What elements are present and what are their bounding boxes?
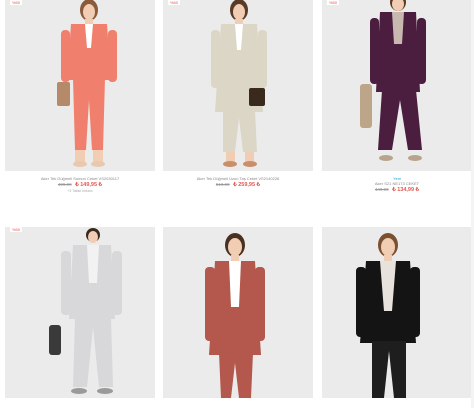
product-image[interactable] <box>163 227 313 398</box>
sale-price: ₺ 259,95 ₺ <box>233 182 261 188</box>
model-figure <box>356 233 420 398</box>
product-image[interactable]: %50 <box>322 0 472 171</box>
product-card[interactable]: %50 Yeni Aker S21 NE173 CEKET 449,90 ₺ 1… <box>322 0 472 194</box>
product-card[interactable]: %50 Aker Tek Düğmeli Uzun Taş Ceket VS21… <box>163 0 313 189</box>
product-grid: %50 Aker Tek Düğmeli Somon Ceket VS20301… <box>0 0 474 408</box>
product-card[interactable]: %50 Aker Tek Düğmeli Somon Ceket VS20301… <box>5 0 155 193</box>
model-figure <box>57 0 117 167</box>
model-figure <box>211 0 267 167</box>
product-card[interactable] <box>163 227 313 398</box>
discount-badge: %50 <box>10 0 23 5</box>
installment-note: +3 Taksit İmkanı <box>67 189 93 193</box>
product-image[interactable]: %50 <box>5 0 155 171</box>
product-info: Aker Tek Düğmeli Somon Ceket VS2030117 4… <box>5 171 155 193</box>
price-row: 499,90 ₺ 149,95 ₺ <box>5 181 155 189</box>
old-price: 499,90 <box>57 182 72 187</box>
old-price: 519,90 <box>215 182 230 187</box>
product-card[interactable]: %50 <box>5 227 155 398</box>
product-image[interactable]: %50 <box>163 0 313 171</box>
sale-price: ₺ 149,95 ₺ <box>75 182 103 188</box>
product-card[interactable] <box>322 227 472 398</box>
discount-badge: %50 <box>327 0 340 5</box>
price-row: 449,90 ₺ 134,99 ₺ <box>322 186 472 194</box>
product-info: Aker Tek Düğmeli Uzun Taş Ceket VS214022… <box>163 171 313 189</box>
product-image[interactable] <box>322 227 472 398</box>
old-price: 449,90 <box>374 187 389 192</box>
discount-badge: %50 <box>10 227 23 232</box>
product-info: Yeni Aker S21 NE173 CEKET 449,90 ₺ 134,9… <box>322 171 472 194</box>
product-image[interactable]: %50 <box>5 227 155 398</box>
model-figure <box>49 228 122 394</box>
model-figure <box>360 0 426 161</box>
sale-price: ₺ 134,99 ₺ <box>392 187 420 193</box>
model-figure <box>205 233 265 398</box>
price-row: 519,90 ₺ 259,95 ₺ <box>163 181 313 189</box>
discount-badge: %50 <box>168 0 181 5</box>
